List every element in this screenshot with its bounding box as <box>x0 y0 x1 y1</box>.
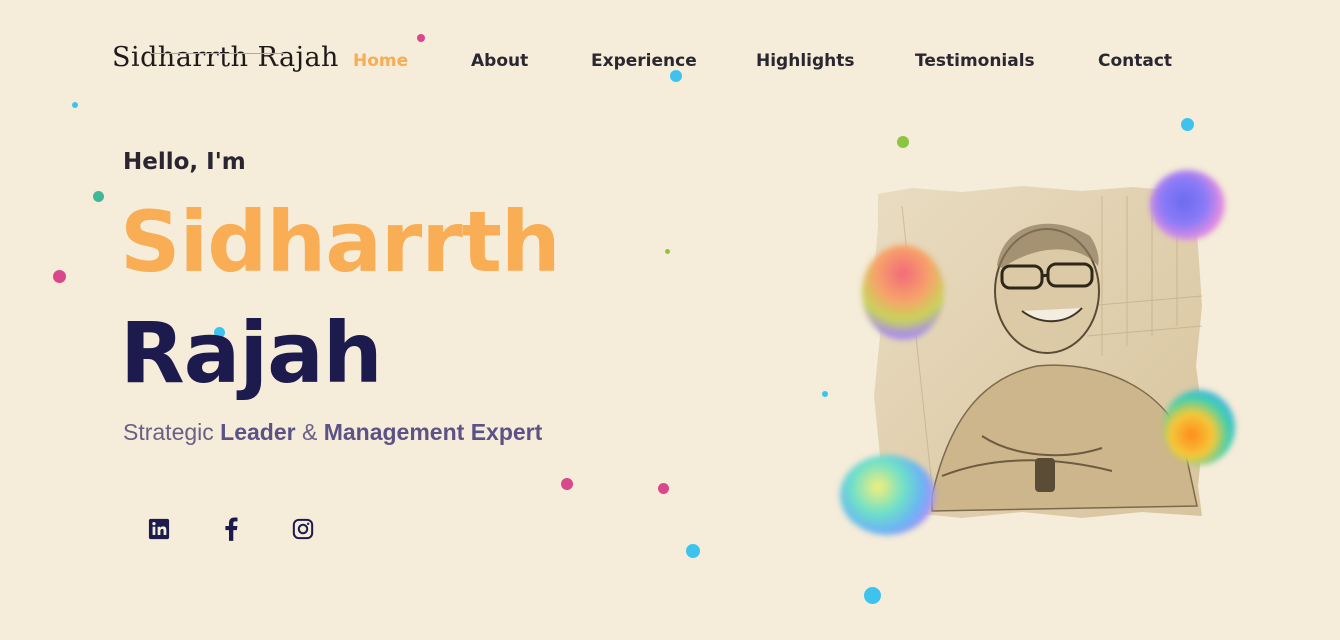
nav-item-contact[interactable]: Contact <box>1098 51 1172 71</box>
tagline-part: & <box>295 419 324 445</box>
facebook-icon <box>225 517 238 541</box>
main-nav: Home About Experience Highlights Testimo… <box>0 51 1340 75</box>
color-splash <box>862 245 944 340</box>
decor-dot <box>93 191 104 202</box>
decor-dot <box>864 587 881 604</box>
decor-dot <box>72 102 78 108</box>
hero-first-name: Sidharrth <box>120 193 561 291</box>
color-splash <box>1163 390 1235 465</box>
decor-dot <box>665 249 670 254</box>
decor-dot <box>822 391 828 397</box>
color-splash <box>1150 170 1225 240</box>
linkedin-link[interactable] <box>144 514 174 544</box>
instagram-link[interactable] <box>288 514 318 544</box>
nav-item-home[interactable]: Home <box>353 51 408 71</box>
decor-dot <box>53 270 66 283</box>
facebook-link[interactable] <box>216 514 246 544</box>
nav-item-about[interactable]: About <box>471 51 528 71</box>
home-page: Sidharrth Rajah Home About Experience Hi… <box>0 0 1340 640</box>
linkedin-icon <box>148 518 170 540</box>
decor-dot <box>897 136 909 148</box>
tagline-part: Strategic <box>123 419 221 445</box>
nav-item-highlights[interactable]: Highlights <box>756 51 855 71</box>
decor-dot <box>1181 118 1194 131</box>
instagram-icon <box>292 518 314 540</box>
hero-last-name: Rajah <box>120 304 383 402</box>
hero-greeting: Hello, I'm <box>123 149 246 175</box>
nav-item-experience[interactable]: Experience <box>591 51 697 71</box>
color-splash <box>840 455 935 535</box>
decor-dot <box>417 34 425 42</box>
tagline-bold: Management Expert <box>323 419 543 445</box>
decor-dot <box>658 483 669 494</box>
decor-dot <box>686 544 700 558</box>
tagline-bold: Leader <box>220 419 296 445</box>
hero-tagline: Strategic Leader & Management Expert <box>123 419 542 446</box>
nav-item-testimonials[interactable]: Testimonials <box>915 51 1035 71</box>
decor-dot <box>561 478 573 490</box>
